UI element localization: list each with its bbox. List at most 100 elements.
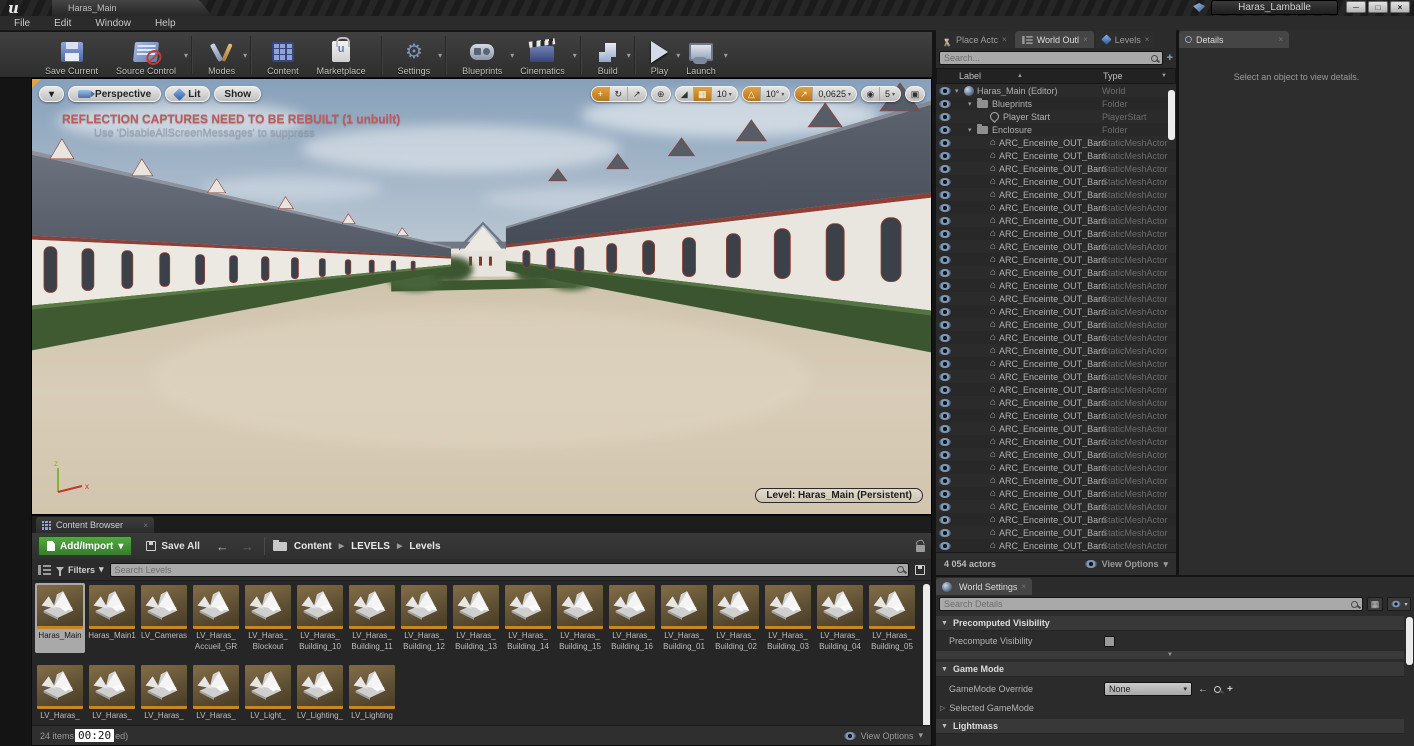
- asset-item[interactable]: LV_Haras_Building_15: [555, 583, 605, 653]
- marketplace-button[interactable]: Marketplace: [308, 33, 375, 77]
- visibility-eye-icon[interactable]: [939, 321, 951, 329]
- save-all-button[interactable]: Save All: [140, 536, 206, 556]
- filters-button[interactable]: Filters ▾: [56, 564, 104, 575]
- visibility-eye-icon[interactable]: [939, 139, 951, 147]
- outliner-row[interactable]: ⌂ARC_Enceinte_OUT_BarriStaticMeshActor: [936, 383, 1176, 396]
- section-game-mode[interactable]: ▼ Game Mode: [936, 662, 1404, 677]
- menu-window[interactable]: Window: [95, 18, 131, 29]
- close-icon[interactable]: ×: [1021, 582, 1026, 591]
- build-button[interactable]: Build ▾: [588, 33, 628, 77]
- outliner-row[interactable]: ⌂ARC_Enceinte_OUT_BarriStaticMeshActor: [936, 214, 1176, 227]
- outliner-row[interactable]: ⌂ARC_Enceinte_OUT_BarriStaticMeshActor: [936, 422, 1176, 435]
- breadcrumb-levels[interactable]: Levels: [409, 541, 440, 552]
- maximize-button[interactable]: □: [1368, 1, 1388, 13]
- outliner-row[interactable]: ⌂ARC_Enceinte_OUT_BarriStaticMeshActor: [936, 162, 1176, 175]
- tab-levels[interactable]: Levels ×: [1096, 31, 1156, 48]
- surface-snap-button[interactable]: ◢: [676, 87, 694, 101]
- outliner-row[interactable]: ▾EnclosureFolder: [936, 123, 1176, 136]
- camera-speed-value[interactable]: 5▾: [880, 87, 900, 101]
- visibility-eye-icon[interactable]: [939, 373, 951, 381]
- close-icon[interactable]: ×: [1083, 35, 1088, 44]
- asset-item[interactable]: LV_Haras_Building_04: [815, 583, 865, 653]
- camera-speed-button[interactable]: ◉: [862, 87, 880, 101]
- lit-mode-button[interactable]: Lit: [165, 86, 210, 102]
- display-filter-button[interactable]: ▾: [1387, 597, 1411, 611]
- tab-details[interactable]: Details ×: [1179, 31, 1289, 48]
- visibility-eye-icon[interactable]: [939, 165, 951, 173]
- type-filter-icon[interactable]: ▼: [1161, 73, 1167, 79]
- forward-button[interactable]: →: [239, 539, 256, 554]
- asset-item[interactable]: LV_Haras_: [87, 663, 137, 722]
- visibility-eye-icon[interactable]: [939, 282, 951, 290]
- visibility-eye-icon[interactable]: [939, 217, 951, 225]
- visibility-eye-icon[interactable]: [939, 256, 951, 264]
- rotation-snap-button[interactable]: △: [743, 87, 761, 101]
- launch-button[interactable]: Launch ▾: [677, 33, 725, 77]
- visibility-eye-icon[interactable]: [939, 386, 951, 394]
- asset-item[interactable]: LV_Lighting_: [295, 663, 345, 722]
- scale-tool-button[interactable]: ↗: [628, 87, 646, 101]
- outliner-row[interactable]: ⌂ARC_Enceinte_OUT_BarriStaticMeshActor: [936, 188, 1176, 201]
- viewport-options-button[interactable]: ▾: [39, 86, 64, 102]
- visibility-eye-icon[interactable]: [939, 269, 951, 277]
- asset-item[interactable]: LV_Haras_Building_02: [711, 583, 761, 653]
- tab-place-actors[interactable]: Place Actc ×: [936, 31, 1013, 48]
- outliner-row[interactable]: ⌂ARC_Enceinte_OUT_BarriStaticMeshActor: [936, 396, 1176, 409]
- visibility-eye-icon[interactable]: [939, 126, 951, 134]
- outliner-row[interactable]: ⌂ARC_Enceinte_OUT_BarriStaticMeshActor: [936, 461, 1176, 474]
- visibility-eye-icon[interactable]: [939, 113, 951, 121]
- grid-snap-value[interactable]: 10▾: [712, 87, 737, 101]
- outliner-row[interactable]: ⌂ARC_Enceinte_OUT_BarriStaticMeshActor: [936, 474, 1176, 487]
- content-button[interactable]: Content: [258, 33, 308, 77]
- visibility-eye-icon[interactable]: [939, 347, 951, 355]
- save-current-button[interactable]: Save Current: [36, 33, 107, 77]
- type-column-header[interactable]: Type: [1103, 71, 1123, 81]
- lock-button[interactable]: [916, 541, 925, 552]
- outliner-view-options-button[interactable]: View Options ▾: [1085, 559, 1168, 570]
- section-precomputed-visibility[interactable]: ▼ Precomputed Visibility: [936, 616, 1404, 631]
- breadcrumb-content[interactable]: Content: [294, 541, 332, 552]
- rotation-snap-value[interactable]: 10°▾: [761, 87, 790, 101]
- visibility-eye-icon[interactable]: [939, 152, 951, 160]
- menu-file[interactable]: File: [14, 18, 30, 29]
- precompute-visibility-checkbox[interactable]: [1104, 636, 1115, 647]
- visibility-eye-icon[interactable]: [939, 451, 951, 459]
- gamemode-override-dropdown[interactable]: None ▾: [1104, 682, 1192, 696]
- outliner-row[interactable]: ⌂ARC_Enceinte_OUT_BarriStaticMeshActor: [936, 305, 1176, 318]
- outliner-row[interactable]: ⌂ARC_Enceinte_OUT_BarriStaticMeshActor: [936, 292, 1176, 305]
- visibility-eye-icon[interactable]: [939, 100, 951, 108]
- rotate-tool-button[interactable]: ↻: [610, 87, 628, 101]
- outliner-row[interactable]: ⌂ARC_Enceinte_OUT_BarriStaticMeshActor: [936, 253, 1176, 266]
- property-matrix-button[interactable]: ▦: [1367, 597, 1383, 611]
- scale-snap-button[interactable]: ↗: [795, 87, 813, 101]
- outliner-row[interactable]: ⌂ARC_Enceinte_OUT_BarriStaticMeshActor: [936, 318, 1176, 331]
- asset-item[interactable]: LV_Lighting: [347, 663, 397, 722]
- visibility-eye-icon[interactable]: [939, 490, 951, 498]
- asset-item[interactable]: LV_Haras_Building_05: [867, 583, 917, 653]
- visibility-eye-icon[interactable]: [939, 334, 951, 342]
- visibility-eye-icon[interactable]: [939, 412, 951, 420]
- outliner-row[interactable]: ⌂ARC_Enceinte_OUT_BarriStaticMeshActor: [936, 227, 1176, 240]
- asset-item[interactable]: LV_Light_: [243, 663, 293, 722]
- asset-item[interactable]: LV_Haras_: [191, 663, 241, 722]
- visibility-eye-icon[interactable]: [939, 438, 951, 446]
- sort-ascending-icon[interactable]: ▲: [1017, 73, 1023, 79]
- world-settings-scrollbar-thumb[interactable]: [1406, 617, 1413, 665]
- asset-item[interactable]: Haras_Main1: [87, 583, 137, 653]
- visibility-eye-icon[interactable]: [939, 464, 951, 472]
- close-icon[interactable]: ×: [143, 521, 148, 530]
- visibility-eye-icon[interactable]: [939, 542, 951, 550]
- section-lightmass[interactable]: ▼ Lightmass: [936, 719, 1404, 734]
- outliner-row[interactable]: ▾Haras_Main (Editor)World: [936, 84, 1176, 97]
- outliner-row[interactable]: ⌂ARC_Enceinte_OUT_BarriStaticMeshActor: [936, 331, 1176, 344]
- maximize-viewport-button[interactable]: ▣: [906, 87, 924, 101]
- asset-item[interactable]: LV_Haras_Building_12: [399, 583, 449, 653]
- add-import-button[interactable]: Add/Import ▾: [38, 536, 132, 556]
- move-tool-button[interactable]: +: [592, 87, 610, 101]
- dropdown-caret-icon[interactable]: ▾: [184, 51, 188, 60]
- scale-snap-value[interactable]: 0,0625▾: [813, 87, 856, 101]
- show-button[interactable]: Show: [214, 86, 261, 102]
- dropdown-caret-icon[interactable]: ▾: [243, 51, 247, 60]
- outliner-row[interactable]: ⌂ARC_Enceinte_OUT_BarriStaticMeshActor: [936, 435, 1176, 448]
- visibility-eye-icon[interactable]: [939, 230, 951, 238]
